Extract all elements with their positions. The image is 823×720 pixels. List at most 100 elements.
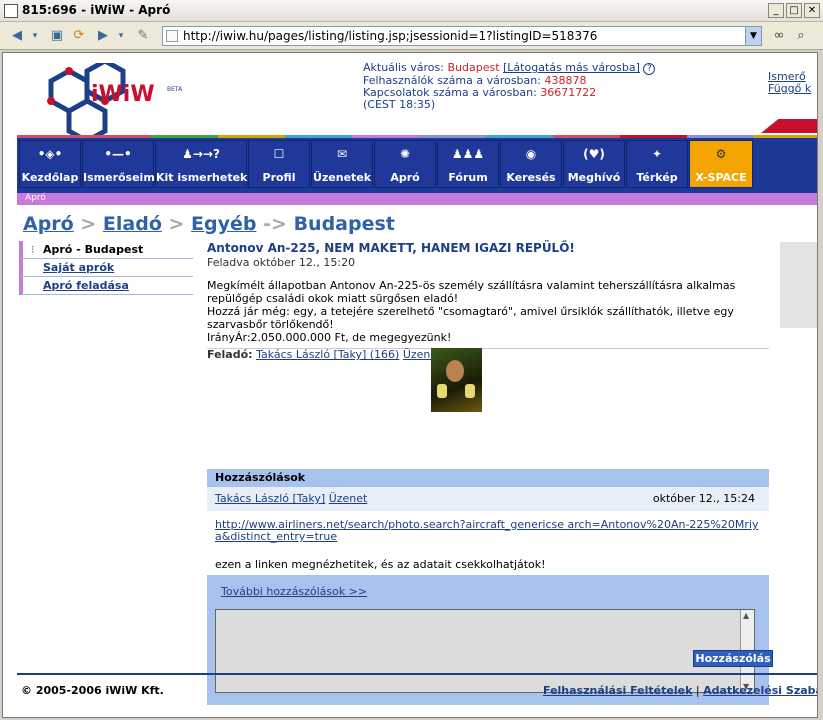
listing-posted-date: Feladva október 12., 15:20 — [207, 256, 356, 269]
submit-comment-button[interactable]: Hozzászólás — [693, 650, 773, 667]
poster-label: Feladó: — [207, 348, 253, 361]
forward-dropdown-icon[interactable]: ▾ — [112, 27, 130, 45]
nav-classifieds[interactable]: ✺ Apró — [374, 140, 436, 188]
maximize-button[interactable]: □ — [786, 3, 802, 18]
home-icon: •◈• — [37, 147, 63, 161]
header-wedge — [761, 119, 817, 133]
breadcrumb-for-sale[interactable]: Eladó — [103, 213, 162, 235]
comment-text: ezen a linken megnézhetitek, és az adata… — [215, 558, 546, 571]
footer-copyright: © 2005-2006 iWiW Kft. — [21, 684, 164, 697]
other-city-link[interactable]: [Látogatás más városba] — [503, 61, 640, 74]
main-nav: •◈• Kezdőlap •—• Ismerőseim ♟→→? Kit ism… — [17, 135, 817, 193]
nav-home[interactable]: •◈• Kezdőlap — [19, 140, 81, 188]
zoom-icon[interactable]: ⌕ — [792, 27, 810, 45]
nav-invite[interactable]: (♥) Meghívó — [563, 140, 625, 188]
comments-header: Hozzászólások — [207, 469, 769, 487]
logo-beta-badge: BETA — [167, 86, 183, 93]
terms-link[interactable]: Felhasználási Feltételek — [543, 684, 692, 697]
nav-map[interactable]: ✦ Térkép — [626, 140, 688, 188]
forward-icon[interactable]: ▶ — [94, 27, 112, 45]
page-viewport: iWiW BETA Aktuális város: Budapest [Láto… — [2, 52, 818, 718]
poster-avatar[interactable] — [431, 348, 482, 412]
profile-icon: ☐ — [273, 147, 285, 161]
back-dropdown-icon[interactable]: ▾ — [26, 27, 44, 45]
more-comments-link[interactable]: További hozzászólások >> — [221, 585, 367, 598]
edit-icon[interactable]: ✎ — [134, 27, 152, 45]
breadcrumb-city: Budapest — [293, 213, 395, 235]
left-menu-label[interactable]: Saját aprók — [43, 261, 114, 274]
nav-profile[interactable]: ☐ Profil — [248, 140, 310, 188]
nav-search[interactable]: ◉ Keresés — [500, 140, 562, 188]
reload-icon[interactable]: ⟳ — [70, 27, 88, 45]
search-icon: ◉ — [525, 147, 537, 161]
footer-separator: | — [695, 684, 700, 697]
nav-search-label: Keresés — [506, 171, 556, 184]
left-menu-item-post-ad[interactable]: Apró feladása — [19, 277, 193, 295]
nav-home-label: Kezdőlap — [21, 171, 79, 184]
nav-suggest[interactable]: ♟→→? Kit ismerhetek? — [155, 140, 254, 188]
listing-description: Megkímélt állapotban Antonov An-225-ös s… — [207, 279, 769, 344]
window-titlebar: 815:696 - iWiW - Apró _ □ ✕ — [0, 0, 823, 22]
address-bar[interactable]: http://iwiw.hu/pages/listing/listing.jsp… — [162, 26, 762, 46]
friends-icon: •—• — [104, 147, 132, 161]
close-button[interactable]: ✕ — [804, 3, 820, 18]
help-icon[interactable]: ? — [643, 63, 656, 75]
listing-title: Antonov An-225, NEM MAKETT, HANEM IGAZI … — [207, 241, 575, 255]
left-menu-label[interactable]: Apró feladása — [43, 279, 129, 292]
iwiw-logo[interactable]: iWiW BETA — [21, 63, 191, 141]
nav-forum-label: Fórum — [448, 171, 488, 184]
window-title: 815:696 - iWiW - Apró — [22, 3, 171, 17]
breadcrumb-other[interactable]: Egyéb — [191, 213, 256, 235]
description-line: IrányÁr:2.050.000.000 Ft, de megegyezünk… — [207, 331, 452, 344]
breadcrumb-separator: > — [80, 213, 97, 235]
robot-icon: ⚙ — [715, 147, 727, 161]
app-icon — [4, 4, 18, 18]
forum-icon: ♟♟♟ — [451, 147, 485, 161]
breadcrumb-classifieds[interactable]: Apró — [23, 213, 74, 235]
nav-xspace[interactable]: ⚙ X-SPACE — [689, 140, 753, 188]
footer-links: Felhasználási Feltételek | Adatkezelési … — [543, 684, 817, 697]
privacy-link[interactable]: Adatkezelési Szabályzat — [703, 684, 817, 697]
nav-classifieds-label: Apró — [390, 171, 420, 184]
nav-profile-label: Profil — [262, 171, 296, 184]
comment-textarea[interactable]: ▲ ▼ — [215, 609, 755, 693]
section-subbar: Apró — [17, 193, 817, 205]
description-line: Megkímélt állapotban Antonov An-225-ös s… — [207, 279, 736, 305]
page-icon — [166, 30, 178, 42]
section-label: Apró — [25, 193, 46, 203]
breadcrumb-separator: > — [168, 213, 185, 235]
nav-messages-label: Üzenetek — [312, 171, 372, 184]
comments-section: Hozzászólások Takács László [Taky] Üzene… — [207, 469, 769, 579]
comment-meta: Takács László [Taky] Üzenet október 12.,… — [207, 487, 769, 511]
poster-name-link[interactable]: Takács László [Taky] (166) — [256, 348, 399, 361]
comment-author-link[interactable]: Takács László [Taky] — [215, 492, 325, 505]
breadcrumb-separator: -> — [263, 213, 287, 235]
description-line: Hozzá jár még: egy, a tetejére szerelhet… — [207, 305, 734, 331]
nav-friends[interactable]: •—• Ismerőseim — [82, 140, 155, 188]
view-icon[interactable]: ∞ — [770, 27, 788, 45]
comment-message-link[interactable]: Üzenet — [329, 492, 368, 505]
left-menu-label: Apró - Budapest — [43, 243, 144, 256]
address-dropdown-icon[interactable]: ▼ — [745, 27, 761, 45]
nav-friends-label: Ismerőseim — [83, 171, 155, 184]
header-right-link-2[interactable]: Függő k — [768, 83, 811, 95]
minimize-button[interactable]: _ — [768, 3, 784, 18]
nav-messages[interactable]: ✉ Üzenetek — [311, 140, 373, 188]
comment-body: http://www.airliners.net/search/photo.se… — [207, 511, 769, 579]
comment-url-link[interactable]: http://www.airliners.net/search/photo.se… — [215, 518, 758, 543]
back-icon[interactable]: ◀ — [8, 27, 26, 45]
server-time: (CEST 18:35) — [363, 98, 436, 111]
connections-count: 36671722 — [540, 86, 597, 99]
nav-forum[interactable]: ♟♟♟ Fórum — [437, 140, 499, 188]
current-city-label: Aktuális város: — [363, 61, 444, 74]
save-icon[interactable]: ▣ — [48, 27, 66, 45]
nav-invite-label: Meghívó — [567, 171, 621, 184]
envelope-icon: ✉ — [336, 147, 348, 161]
right-panel — [780, 242, 817, 328]
left-menu-item-my-ads[interactable]: Saját aprók — [19, 259, 193, 277]
left-menu-item-city[interactable]: ⁝ Apró - Budapest — [19, 241, 193, 259]
scroll-up-icon: ▲ — [743, 611, 750, 620]
suggest-icon: ♟→→? — [182, 147, 220, 161]
city-info: Aktuális város: Budapest [Látogatás más … — [363, 61, 656, 111]
header-right-links: Ismerő Függő k — [768, 71, 811, 95]
